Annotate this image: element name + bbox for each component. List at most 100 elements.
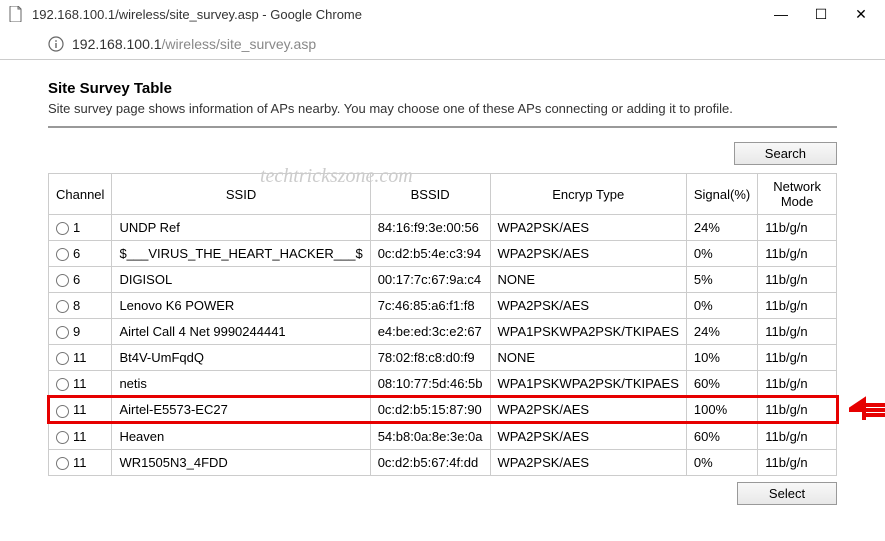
info-icon[interactable]	[48, 36, 64, 52]
table-row: 1UNDP Ref84:16:f9:3e:00:56WPA2PSK/AES24%…	[49, 215, 837, 241]
channel-cell: 9	[49, 319, 112, 345]
col-encryp: Encryp Type	[490, 174, 686, 215]
bssid-cell: 84:16:f9:3e:00:56	[370, 215, 490, 241]
mode-cell: 11b/g/n	[758, 371, 837, 397]
channel-value: 9	[73, 324, 80, 339]
table-header-row: Channel SSID BSSID Encryp Type Signal(%)…	[49, 174, 837, 215]
page-content: Site Survey Table Site survey page shows…	[0, 60, 885, 525]
col-ssid: SSID	[112, 174, 370, 215]
channel-value: 11	[73, 402, 87, 417]
channel-cell: 11	[49, 371, 112, 397]
ap-radio[interactable]	[56, 222, 69, 235]
select-row: Select	[48, 482, 837, 505]
encryp-cell: WPA2PSK/AES	[490, 241, 686, 267]
window-title: 192.168.100.1/wireless/site_survey.asp -…	[32, 7, 761, 22]
encryp-cell: NONE	[490, 345, 686, 371]
table-row: 11WR1505N3_4FDD0c:d2:b5:67:4f:ddWPA2PSK/…	[49, 449, 837, 475]
maximize-button[interactable]: ☐	[809, 6, 833, 23]
ap-radio[interactable]	[56, 274, 69, 287]
table-row: 11Bt4V-UmFqdQ78:02:f8:c8:d0:f9NONE10%11b…	[49, 345, 837, 371]
search-row: Search	[48, 142, 837, 165]
ap-radio[interactable]	[56, 248, 69, 261]
ap-radio[interactable]	[56, 405, 69, 418]
bssid-cell: 54:b8:0a:8e:3e:0a	[370, 423, 490, 449]
minimize-button[interactable]: —	[769, 6, 793, 23]
ssid-cell: Airtel-E5573-EC27	[112, 397, 370, 423]
bssid-cell: 0c:d2:b5:15:87:90	[370, 397, 490, 423]
page-description: Site survey page shows information of AP…	[48, 101, 837, 116]
search-button[interactable]: Search	[734, 142, 837, 165]
table-row: 11 Heaven54:b8:0a:8e:3e:0aWPA2PSK/AES60%1…	[49, 423, 837, 449]
ap-radio[interactable]	[56, 457, 69, 470]
col-signal: Signal(%)	[686, 174, 757, 215]
url-text[interactable]: 192.168.100.1/wireless/site_survey.asp	[72, 36, 316, 52]
window-controls: — ☐ ✕	[769, 6, 873, 23]
signal-cell: 24%	[686, 319, 757, 345]
mode-cell: 11b/g/n	[758, 423, 837, 449]
mode-cell: 11b/g/n	[758, 319, 837, 345]
channel-value: 8	[73, 298, 80, 313]
channel-cell: 1	[49, 215, 112, 241]
mode-cell: 11b/g/n	[758, 345, 837, 371]
file-icon	[8, 6, 24, 22]
channel-value: 11	[73, 455, 87, 470]
encryp-cell: WPA1PSKWPA2PSK/TKIPAES	[490, 319, 686, 345]
ssid-cell: WR1505N3_4FDD	[112, 449, 370, 475]
mode-cell: 11b/g/n	[758, 215, 837, 241]
window-titlebar: 192.168.100.1/wireless/site_survey.asp -…	[0, 0, 885, 28]
col-bssid: BSSID	[370, 174, 490, 215]
divider	[48, 126, 837, 128]
signal-cell: 100%	[686, 397, 757, 423]
bssid-cell: e4:be:ed:3c:e2:67	[370, 319, 490, 345]
channel-cell: 11	[49, 345, 112, 371]
ap-radio[interactable]	[56, 352, 69, 365]
mode-cell: 11b/g/n	[758, 449, 837, 475]
close-button[interactable]: ✕	[849, 6, 873, 23]
ssid-cell: UNDP Ref	[112, 215, 370, 241]
encryp-cell: WPA2PSK/AES	[490, 215, 686, 241]
ap-radio[interactable]	[56, 300, 69, 313]
channel-value: 11	[73, 376, 87, 391]
channel-cell: 6	[49, 267, 112, 293]
encryp-cell: WPA2PSK/AES	[490, 449, 686, 475]
table-row: 11netis08:10:77:5d:46:5bWPA1PSKWPA2PSK/T…	[49, 371, 837, 397]
channel-value: 1	[73, 220, 80, 235]
col-channel: Channel	[49, 174, 112, 215]
bssid-cell: 00:17:7c:67:9a:c4	[370, 267, 490, 293]
survey-table: Channel SSID BSSID Encryp Type Signal(%)…	[48, 173, 837, 476]
encryp-cell: WPA2PSK/AES	[490, 293, 686, 319]
table-row: 9 Airtel Call 4 Net 9990244441e4:be:ed:3c…	[49, 319, 837, 345]
bssid-cell: 0c:d2:b5:4e:c3:94	[370, 241, 490, 267]
ap-radio[interactable]	[56, 378, 69, 391]
select-button[interactable]: Select	[737, 482, 837, 505]
mode-cell: 11b/g/n	[758, 267, 837, 293]
ssid-cell: Airtel Call 4 Net 9990244441	[112, 319, 370, 345]
ssid-cell: Bt4V-UmFqdQ	[112, 345, 370, 371]
ssid-cell: Heaven	[112, 423, 370, 449]
table-row: 8 Lenovo K6 POWER7c:46:85:a6:f1:f8WPA2PSK…	[49, 293, 837, 319]
encryp-cell: WPA2PSK/AES	[490, 423, 686, 449]
signal-cell: 60%	[686, 371, 757, 397]
page-title: Site Survey Table	[48, 80, 837, 97]
table-row: 11 Airtel-E5573-EC270c:d2:b5:15:87:90WPA2…	[49, 397, 837, 423]
mode-cell: 11b/g/n	[758, 397, 837, 423]
ssid-cell: Lenovo K6 POWER	[112, 293, 370, 319]
mode-cell: 11b/g/n	[758, 293, 837, 319]
ssid-cell: netis	[112, 371, 370, 397]
ap-radio[interactable]	[56, 326, 69, 339]
channel-value: 6	[73, 272, 80, 287]
address-bar: 192.168.100.1/wireless/site_survey.asp	[0, 28, 885, 60]
ap-radio[interactable]	[56, 431, 69, 444]
ssid-cell: DIGISOL	[112, 267, 370, 293]
signal-cell: 5%	[686, 267, 757, 293]
channel-cell: 11	[49, 423, 112, 449]
channel-cell: 11	[49, 397, 112, 423]
signal-cell: 10%	[686, 345, 757, 371]
mode-cell: 11b/g/n	[758, 241, 837, 267]
encryp-cell: WPA1PSKWPA2PSK/TKIPAES	[490, 371, 686, 397]
encryp-cell: WPA2PSK/AES	[490, 397, 686, 423]
channel-value: 11	[73, 429, 87, 444]
signal-cell: 60%	[686, 423, 757, 449]
bssid-cell: 7c:46:85:a6:f1:f8	[370, 293, 490, 319]
encryp-cell: NONE	[490, 267, 686, 293]
